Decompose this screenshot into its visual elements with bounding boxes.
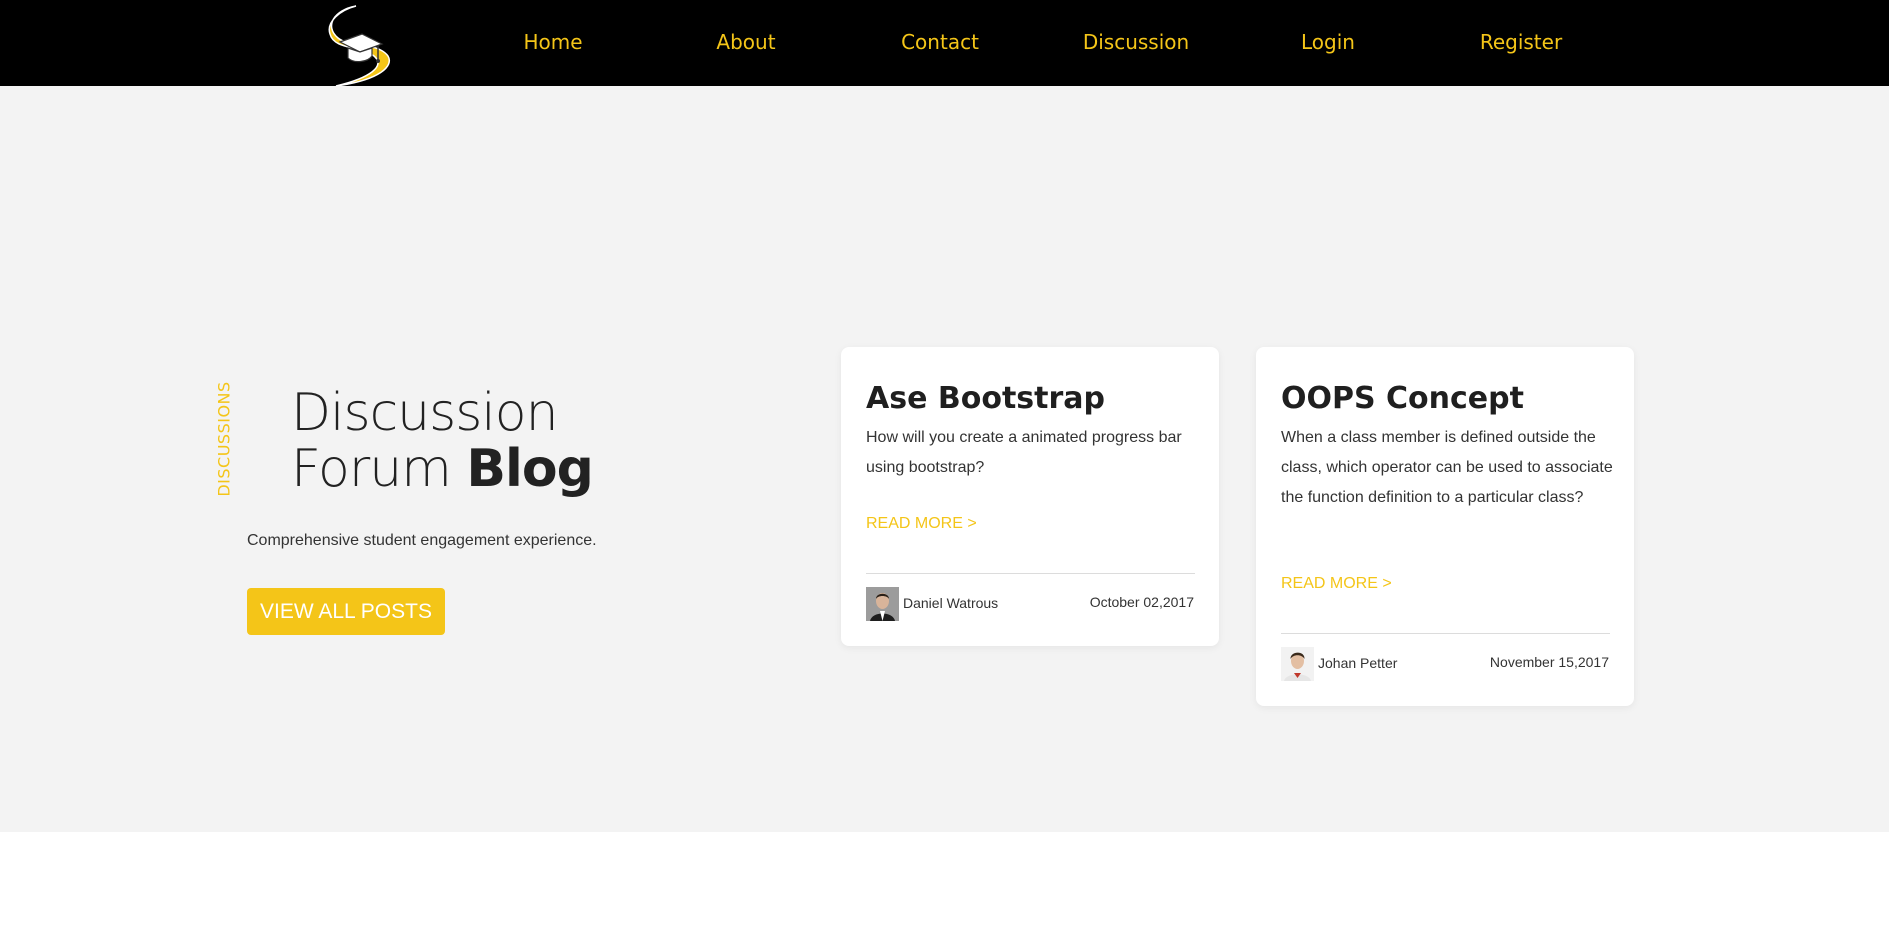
post-date: November 15,2017 [1489, 654, 1609, 670]
top-navbar: Home About Contact Discussion Login Regi… [0, 0, 1889, 87]
nav-contact[interactable]: Contact [901, 30, 979, 54]
post-excerpt: When a class member is defined outside t… [1281, 429, 1613, 506]
read-more-link[interactable]: READ MORE > [866, 515, 977, 533]
side-label: DISCUSSIONS [210, 381, 238, 497]
page-title: Discussion Forum Blog [291, 383, 594, 499]
nav-register[interactable]: Register [1480, 30, 1562, 54]
nav-home[interactable]: Home [523, 30, 582, 54]
post-title[interactable]: OOPS Concept [1281, 381, 1524, 416]
author-name: Johan Petter [1318, 655, 1398, 671]
post-date: October 02,2017 [1089, 594, 1194, 610]
nav-discussion[interactable]: Discussion [1083, 30, 1189, 54]
view-all-posts-button[interactable]: VIEW ALL POSTS [247, 588, 445, 635]
side-label-text: DISCUSSIONS [214, 381, 234, 497]
logo-icon[interactable] [316, 4, 398, 87]
post-card: Ase Bootstrap How will you create a anim… [841, 347, 1219, 646]
author-avatar [866, 587, 899, 621]
title-blog: Blog [466, 439, 593, 499]
title-forum: Forum [291, 439, 452, 499]
read-more-link[interactable]: READ MORE > [1281, 575, 1392, 593]
nav-login[interactable]: Login [1301, 30, 1355, 54]
post-card: OOPS Concept When a class member is defi… [1256, 347, 1634, 706]
card-divider [1281, 633, 1610, 634]
hero-description: Comprehensive student engagement experie… [247, 532, 597, 549]
title-line-2: Forum Blog [291, 439, 594, 499]
nav-about[interactable]: About [716, 30, 775, 54]
author-name: Daniel Watrous [903, 595, 999, 611]
author-avatar [1281, 647, 1314, 681]
card-divider [866, 573, 1195, 574]
post-excerpt: How will you create a animated progress … [866, 429, 1182, 476]
title-line-1: Discussion [291, 383, 559, 443]
post-title[interactable]: Ase Bootstrap [866, 381, 1105, 416]
